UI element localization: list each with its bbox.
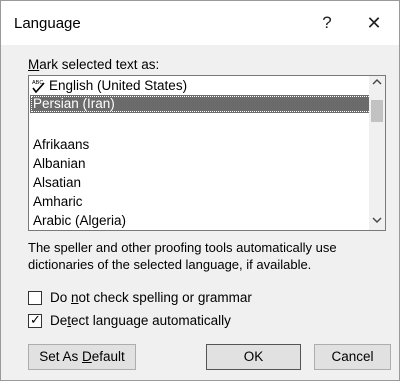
- language-dialog: Language ? ✕ Mark selected text as: ABC …: [0, 0, 400, 381]
- scroll-down-arrow-icon[interactable]: [369, 214, 385, 230]
- list-item-albanian[interactable]: Albanian: [30, 155, 376, 173]
- proofing-info-text: The speller and other proofing tools aut…: [28, 240, 337, 272]
- mark-selected-label: Mark selected text as:: [28, 57, 159, 72]
- list-item-persian[interactable]: Persian (Iran): [30, 95, 376, 113]
- list-item-label: Arabic (Algeria): [33, 213, 127, 228]
- ok-button[interactable]: OK: [206, 344, 301, 370]
- list-item-label: Afrikaans: [33, 137, 90, 152]
- list-item-amharic[interactable]: Amharic: [30, 193, 376, 211]
- scroll-thumb[interactable]: [371, 100, 383, 122]
- detect-language-checkbox[interactable]: ✓ Detect language automatically: [28, 312, 231, 330]
- checkbox-box[interactable]: [28, 291, 42, 305]
- list-item-alsatian[interactable]: Alsatian: [30, 174, 376, 192]
- listbox-scrollbar[interactable]: [369, 76, 385, 230]
- mark-label-rest: ark selected text as:: [39, 57, 160, 72]
- cancel-button[interactable]: Cancel: [314, 344, 391, 370]
- list-item-english[interactable]: ABC English (United States): [30, 77, 376, 95]
- language-listbox[interactable]: ABC English (United States) Persian (Ira…: [28, 75, 386, 231]
- help-button[interactable]: ?: [312, 9, 342, 37]
- close-button[interactable]: ✕: [359, 9, 389, 37]
- checkbox-label: Do not check spelling or grammar: [50, 290, 252, 305]
- list-item-label: English (United States): [49, 78, 188, 93]
- list-item-label: Alsatian: [33, 175, 82, 190]
- do-not-check-checkbox[interactable]: Do not check spelling or grammar: [28, 289, 252, 307]
- list-item-blank[interactable]: [30, 113, 376, 131]
- checkmark-icon: ✓: [30, 312, 41, 327]
- list-item-label: Amharic: [33, 194, 83, 209]
- title-bar: Language ? ✕: [1, 1, 399, 45]
- list-item-label: Persian (Iran): [33, 96, 115, 111]
- list-item-arabic-algeria[interactable]: Arabic (Algeria): [30, 212, 376, 230]
- checkbox-box[interactable]: ✓: [28, 312, 42, 328]
- chevron-up-icon: [372, 79, 382, 85]
- dialog-title: Language: [14, 15, 81, 32]
- checkbox-label: Detect language automatically: [50, 313, 231, 328]
- mark-label-accel: M: [28, 57, 40, 72]
- list-item-afrikaans[interactable]: Afrikaans: [30, 136, 376, 154]
- set-as-default-button[interactable]: Set As Default: [28, 344, 136, 370]
- spellcheck-icon: ABC: [32, 80, 45, 94]
- scroll-up-arrow-icon[interactable]: [369, 76, 385, 92]
- list-item-label: Albanian: [33, 156, 86, 171]
- chevron-down-icon: [372, 217, 382, 223]
- language-list: ABC English (United States) Persian (Ira…: [29, 76, 376, 230]
